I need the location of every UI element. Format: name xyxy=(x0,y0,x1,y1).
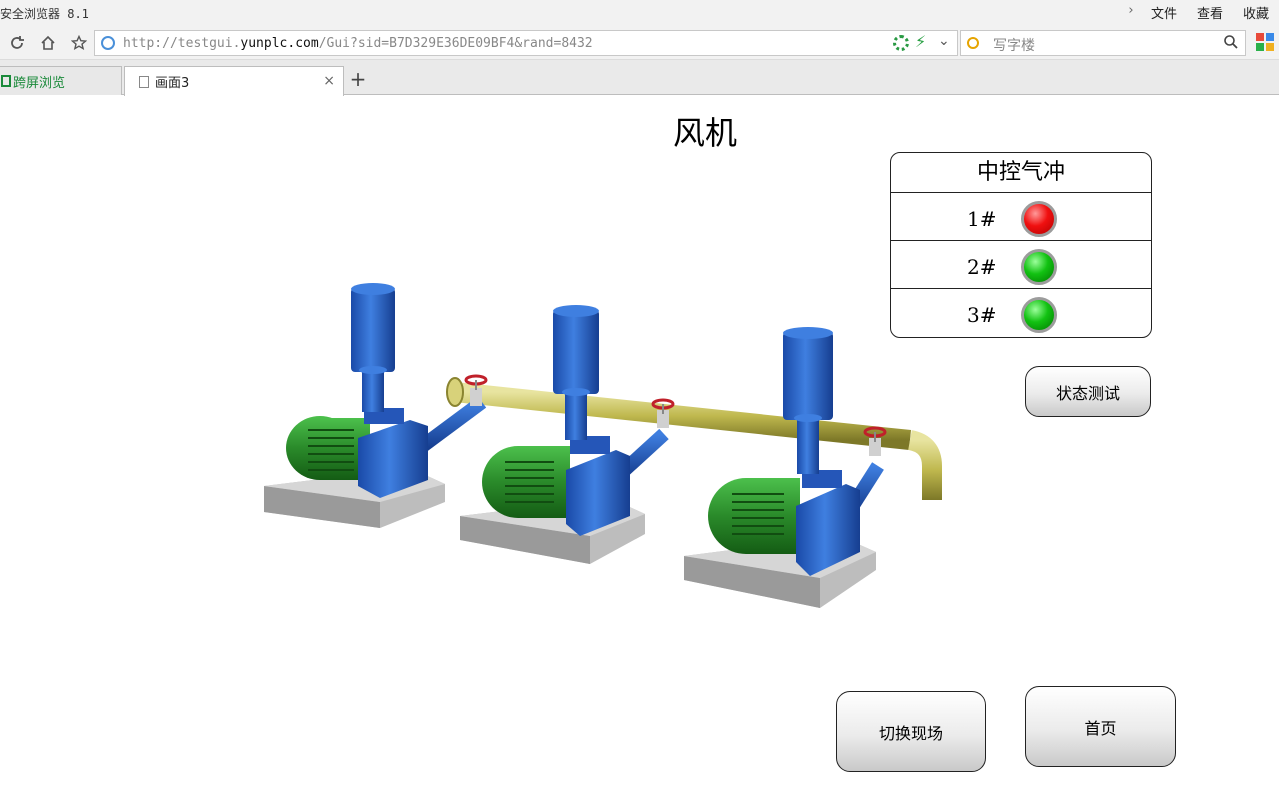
multiscreen-icon xyxy=(1,75,11,87)
search-box[interactable]: 写字楼 xyxy=(960,30,1246,56)
blower-unit-3 xyxy=(684,327,887,608)
refresh-icon[interactable] xyxy=(5,31,29,55)
document-icon xyxy=(139,75,149,88)
status-row-3: 3# xyxy=(891,289,1151,337)
status-test-button[interactable]: 状态测试 xyxy=(1025,366,1151,417)
lightning-icon[interactable]: ⚡ xyxy=(915,32,926,51)
switch-site-button[interactable]: 切换现场 xyxy=(836,691,986,772)
window-titlebar: 安全浏览器 8.1 › 文件 查看 收藏 xyxy=(0,0,1279,26)
tab-screen3[interactable]: 画面3 × xyxy=(124,66,344,96)
home-button[interactable]: 首页 xyxy=(1025,686,1176,767)
tab-label: 画面3 xyxy=(155,76,190,91)
status-row-2: 2# xyxy=(891,241,1151,289)
status-label: 1# xyxy=(967,207,997,231)
close-icon[interactable]: × xyxy=(323,73,335,89)
home-icon[interactable] xyxy=(36,31,60,55)
status-lamp-green xyxy=(1021,249,1057,285)
loading-icon[interactable] xyxy=(893,35,909,51)
status-lamp-red xyxy=(1021,201,1057,237)
search-placeholder: 写字楼 xyxy=(993,38,1035,54)
globe-icon xyxy=(101,36,115,50)
status-label: 3# xyxy=(967,303,997,327)
address-bar[interactable]: http://testgui.yunplc.com/Gui?sid=B7D329… xyxy=(94,30,958,56)
tab-label: 跨屏浏览 xyxy=(13,75,66,91)
tab-multiscreen[interactable]: 跨屏浏览 xyxy=(0,66,122,95)
new-tab-button[interactable]: + xyxy=(346,68,370,92)
tab-bar: 跨屏浏览 画面3 × + xyxy=(0,60,1279,96)
chevron-down-icon[interactable]: ⌄ xyxy=(938,33,950,49)
status-panel-header: 中控气冲 xyxy=(891,153,1151,193)
menu-bar: › 文件 查看 收藏 xyxy=(1121,3,1279,22)
address-url[interactable]: http://testgui.yunplc.com/Gui?sid=B7D329… xyxy=(123,36,593,51)
chevron-right-icon[interactable]: › xyxy=(1121,3,1141,22)
blower-scene-illustration xyxy=(264,283,942,608)
search-icon[interactable] xyxy=(1223,34,1239,50)
status-lamp-green xyxy=(1021,297,1057,333)
menu-view[interactable]: 查看 xyxy=(1187,3,1233,22)
blower-unit-2 xyxy=(460,305,675,564)
search-engine-icon[interactable] xyxy=(967,37,979,49)
status-panel: 中控气冲 1# 2# 3# xyxy=(890,152,1152,338)
page-title: 风机 xyxy=(672,114,737,152)
status-row-1: 1# xyxy=(891,193,1151,241)
menu-favorites[interactable]: 收藏 xyxy=(1233,3,1279,22)
status-label: 2# xyxy=(967,255,997,279)
menu-file[interactable]: 文件 xyxy=(1141,3,1187,22)
star-icon[interactable] xyxy=(67,31,91,55)
navigation-bar: http://testgui.yunplc.com/Gui?sid=B7D329… xyxy=(0,26,1279,60)
extensions-icon[interactable] xyxy=(1256,33,1274,51)
window-title: 安全浏览器 8.1 xyxy=(0,7,89,21)
